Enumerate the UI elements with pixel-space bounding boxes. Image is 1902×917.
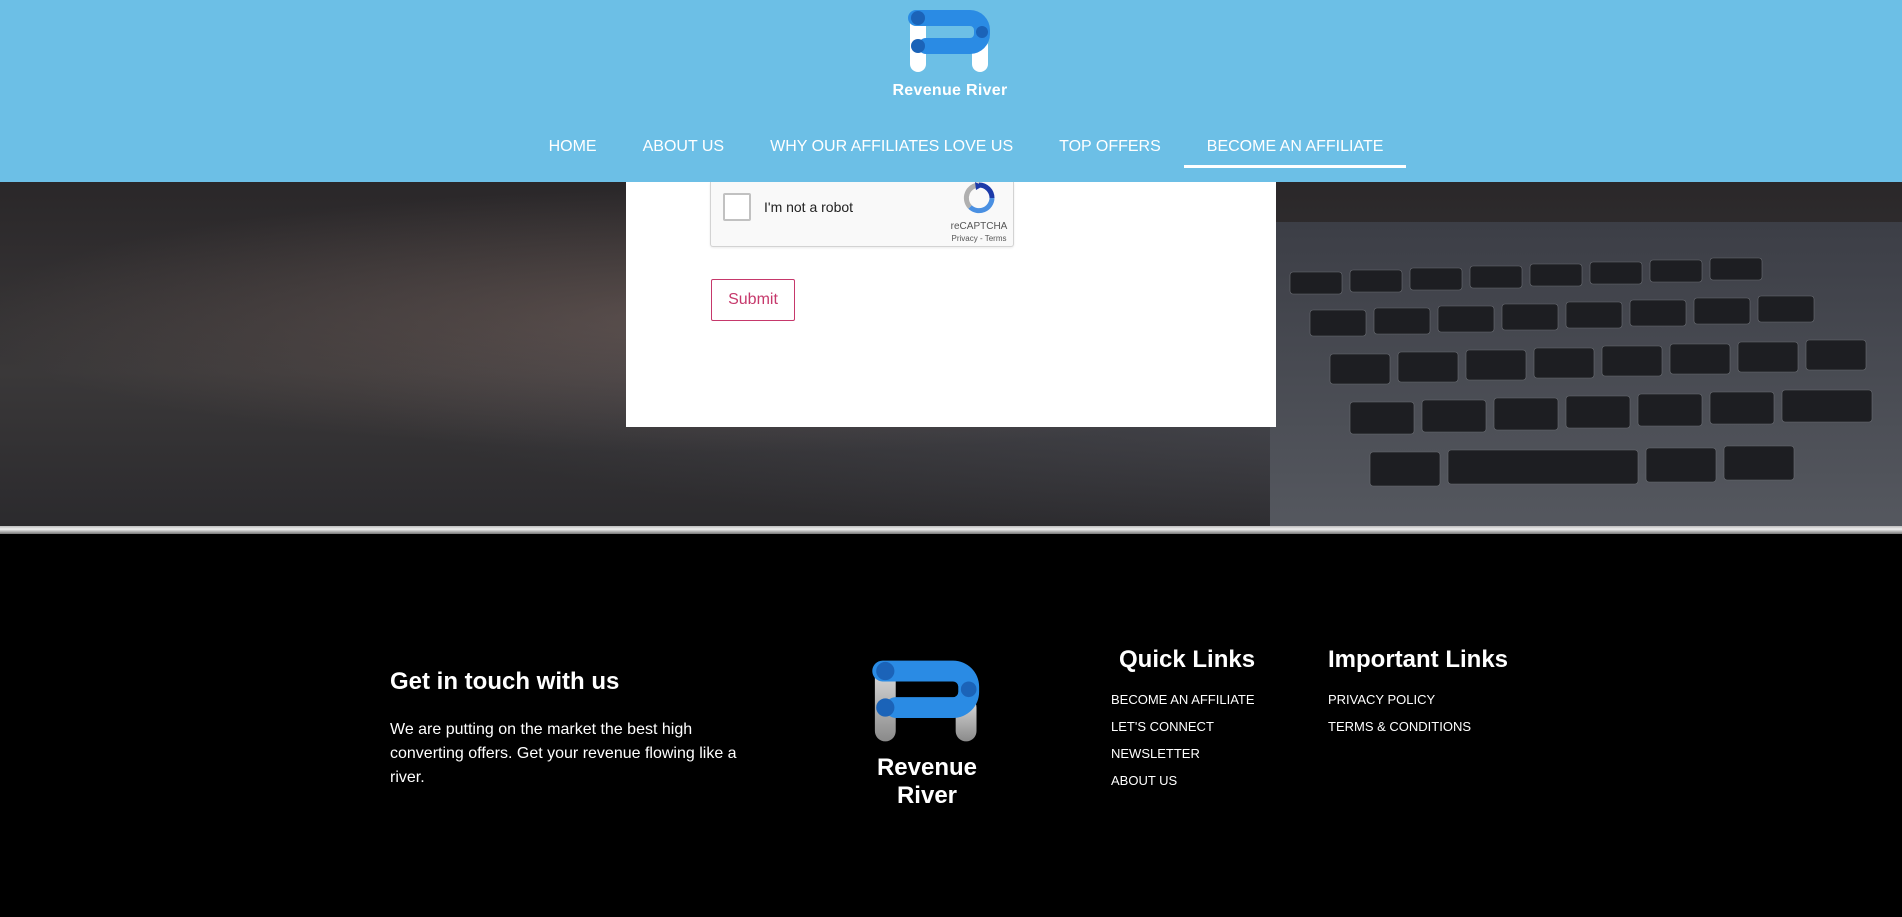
contact-text: We are putting on the market the best hi… [390,721,737,786]
submit-button[interactable]: Submit [711,279,795,321]
footer-logo[interactable]: Revenue River [848,658,1006,810]
recaptcha-label: I'm not a robot [764,199,854,215]
nav-become-affiliate[interactable]: BECOME AN AFFILIATE [1183,128,1407,168]
footer-logo-text: Revenue River [876,754,978,809]
quick-links-column: Quick Links BECOME AN AFFILIATE LET'S CO… [1111,646,1255,800]
keyboard-background-image [1270,222,1902,528]
revenue-river-logo-icon [872,660,980,742]
footer-link-privacy-policy[interactable]: PRIVACY POLICY [1328,692,1508,707]
important-links-title: Important Links [1328,646,1509,673]
recaptcha-checkbox[interactable] [723,193,751,221]
hero-divider [0,526,1902,534]
recaptcha-brand: reCAPTCHA [950,221,1008,232]
recaptcha-logo: reCAPTCHA Privacy - Terms [949,182,1009,243]
important-links-column: Important Links PRIVACY POLICY TERMS & C… [1328,646,1508,746]
recaptcha-terms-link[interactable]: Privacy - Terms [949,234,1009,243]
site-footer: Get in touch with us We are putting on t… [0,534,1902,917]
footer-link-about-us[interactable]: ABOUT US [1111,773,1255,788]
site-header: Revenue River HOME ABOUT US WHY OUR AFFI… [0,0,1902,182]
recaptcha-icon [963,182,995,214]
contact-title: Get in touch with us [390,668,620,695]
quick-links-title: Quick Links [1119,646,1256,673]
affiliate-form-card: I'm not a robot reCAPTCHA Privacy - Term… [626,182,1276,427]
nav-home[interactable]: HOME [526,128,620,168]
nav-top-offers[interactable]: TOP OFFERS [1036,128,1184,168]
nav-about-us[interactable]: ABOUT US [620,128,748,168]
main-nav: HOME ABOUT US WHY OUR AFFILIATES LOVE US… [0,128,1902,172]
footer-link-become-affiliate[interactable]: BECOME AN AFFILIATE [1111,692,1255,707]
recaptcha-widget: I'm not a robot reCAPTCHA Privacy - Term… [710,182,1014,247]
revenue-river-logo-icon [908,10,990,72]
nav-why-affiliates[interactable]: WHY OUR AFFILIATES LOVE US [747,128,1036,168]
header-logo[interactable]: Revenue River [880,8,1020,104]
footer-link-terms-conditions[interactable]: TERMS & CONDITIONS [1328,719,1508,734]
footer-link-newsletter[interactable]: NEWSLETTER [1111,746,1255,761]
footer-link-lets-connect[interactable]: LET'S CONNECT [1111,719,1255,734]
header-logo-text: Revenue River [892,82,1008,99]
